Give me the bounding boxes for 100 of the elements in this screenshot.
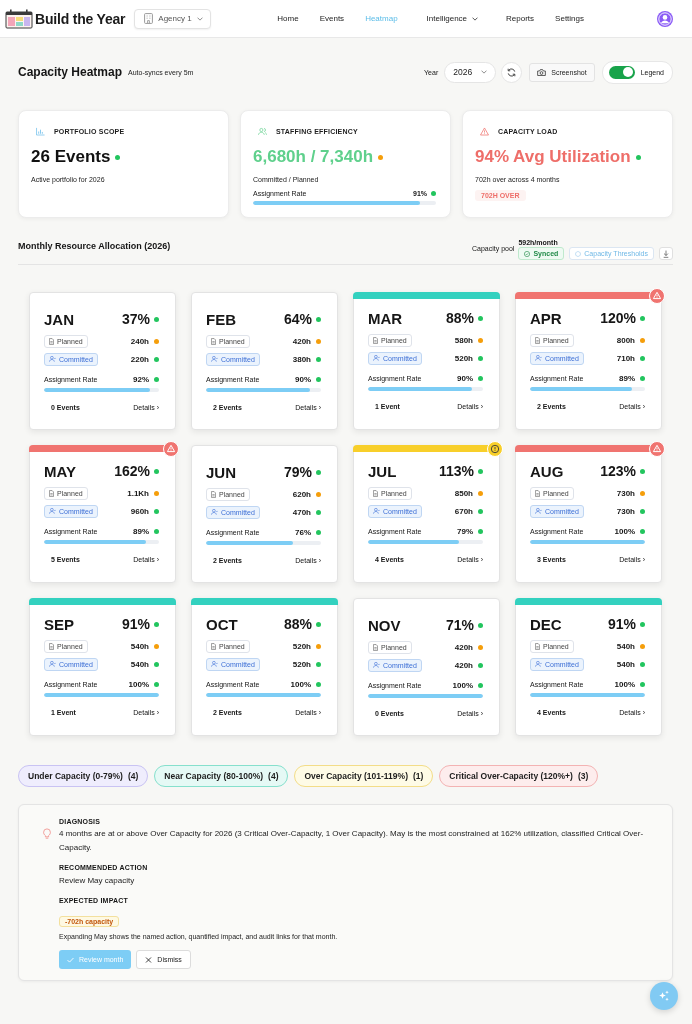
nav-link[interactable]: Intelligence — [426, 14, 479, 23]
document-icon — [211, 337, 216, 345]
page-title: Capacity Heatmap — [18, 65, 123, 79]
status-dot — [640, 337, 645, 343]
user-icon — [49, 356, 56, 362]
bar-chart-icon — [36, 127, 45, 136]
status-dot — [640, 681, 645, 687]
status-dot — [316, 509, 321, 515]
hours-value: 420h — [454, 660, 473, 670]
status-dot — [154, 661, 159, 667]
hours-value: 850h — [454, 488, 473, 498]
check-icon — [67, 956, 74, 963]
status-dot — [316, 491, 321, 497]
status-dot — [478, 528, 483, 534]
hours-value: 730h — [616, 488, 635, 498]
warning-icon — [480, 127, 489, 136]
status-dot — [316, 316, 321, 322]
section-title: Monthly Resource Allocation (2026) — [18, 241, 171, 251]
nav-link[interactable]: Settings — [555, 14, 584, 23]
rate-value: 100% — [290, 679, 311, 689]
toggle-switch[interactable] — [608, 65, 635, 79]
status-dot — [154, 681, 159, 687]
agency-dropdown[interactable]: Agency 1 — [134, 8, 212, 29]
hours-value: 800h — [616, 335, 635, 345]
month-name: JUN — [206, 463, 236, 481]
legend-chip[interactable]: Near Capacity (80-100%) (4) — [154, 765, 289, 787]
nav-link[interactable]: Reports — [506, 14, 535, 23]
status-dot — [478, 468, 483, 474]
status-dot — [640, 375, 645, 381]
month-name: SEP — [44, 615, 74, 633]
metric-value: 6,680h / 7,340h — [253, 146, 374, 168]
user-icon — [535, 355, 542, 361]
hours-value: 520h — [454, 353, 473, 363]
status-dot — [316, 356, 321, 362]
refresh-button[interactable] — [501, 61, 523, 83]
month-name: NOV — [368, 616, 401, 634]
utilization-value: 91% — [607, 616, 636, 632]
user-icon — [211, 509, 218, 515]
utilization-value: 123% — [600, 463, 636, 479]
nav-link[interactable]: Events — [319, 14, 345, 23]
hours-value: 470h — [292, 507, 311, 517]
refresh-icon — [507, 67, 517, 77]
month-name: AUG — [530, 462, 564, 480]
status-dot — [154, 468, 159, 474]
status-dot — [154, 338, 159, 344]
nav-link[interactable]: Home — [277, 14, 299, 23]
month-name: OCT — [206, 615, 238, 633]
hours-value: 540h — [616, 641, 635, 651]
hours-value: 670h — [454, 506, 473, 516]
lightbulb-icon — [43, 828, 51, 839]
utilization-value: 88% — [283, 616, 312, 632]
rate-value: 89% — [619, 373, 635, 383]
status-dot — [478, 644, 483, 650]
download-button[interactable] — [659, 247, 673, 260]
status-dot — [154, 376, 159, 382]
status-dot — [478, 682, 483, 688]
hours-value: 380h — [292, 354, 311, 364]
status-dot — [640, 528, 645, 534]
status-dot — [478, 662, 483, 668]
status-dot — [316, 376, 321, 382]
user-icon — [49, 661, 56, 667]
document-icon — [535, 489, 540, 497]
hours-value: 620h — [292, 489, 311, 499]
user-icon — [211, 661, 218, 667]
utilization-value: 88% — [445, 310, 474, 326]
building-icon — [144, 13, 154, 24]
document-icon — [211, 642, 216, 650]
document-icon — [535, 642, 540, 650]
status-dot — [640, 355, 645, 361]
hours-value: 540h — [130, 641, 149, 651]
rate-value: 76% — [295, 527, 311, 537]
utilization-value: 79% — [283, 464, 312, 480]
rate-value: 92% — [133, 374, 149, 384]
legend-chip[interactable]: Critical Over-Capacity (120%+) (3) — [439, 765, 599, 787]
status-dot — [640, 315, 645, 321]
month-name: DEC — [530, 615, 562, 633]
users-icon — [258, 127, 267, 136]
year-select[interactable]: 2026 — [444, 61, 497, 83]
utilization-value: 37% — [121, 311, 150, 327]
status-dot — [478, 375, 483, 381]
legend-chip[interactable]: Over Capacity (101-119%) (1) — [294, 765, 434, 787]
user-avatar[interactable] — [657, 10, 673, 27]
status-dot — [316, 681, 321, 687]
close-icon — [145, 956, 153, 963]
status-dot — [640, 643, 645, 649]
status-dot — [154, 508, 159, 514]
document-icon — [373, 336, 378, 344]
legend-chip[interactable]: Under Capacity (0-79%) (4) — [18, 765, 149, 787]
utilization-value: 113% — [438, 463, 474, 479]
calendar-logo-icon — [5, 8, 33, 29]
sparkle-icon — [658, 990, 670, 1002]
status-dot — [478, 508, 483, 514]
document-icon — [373, 643, 378, 651]
assistant-button[interactable] — [650, 982, 678, 1010]
status-dot — [316, 338, 321, 344]
hours-value: 540h — [616, 659, 635, 669]
document-icon — [535, 336, 540, 344]
user-icon — [373, 508, 380, 514]
status-dot — [154, 490, 159, 496]
action-text: Review May capacity — [59, 875, 136, 887]
